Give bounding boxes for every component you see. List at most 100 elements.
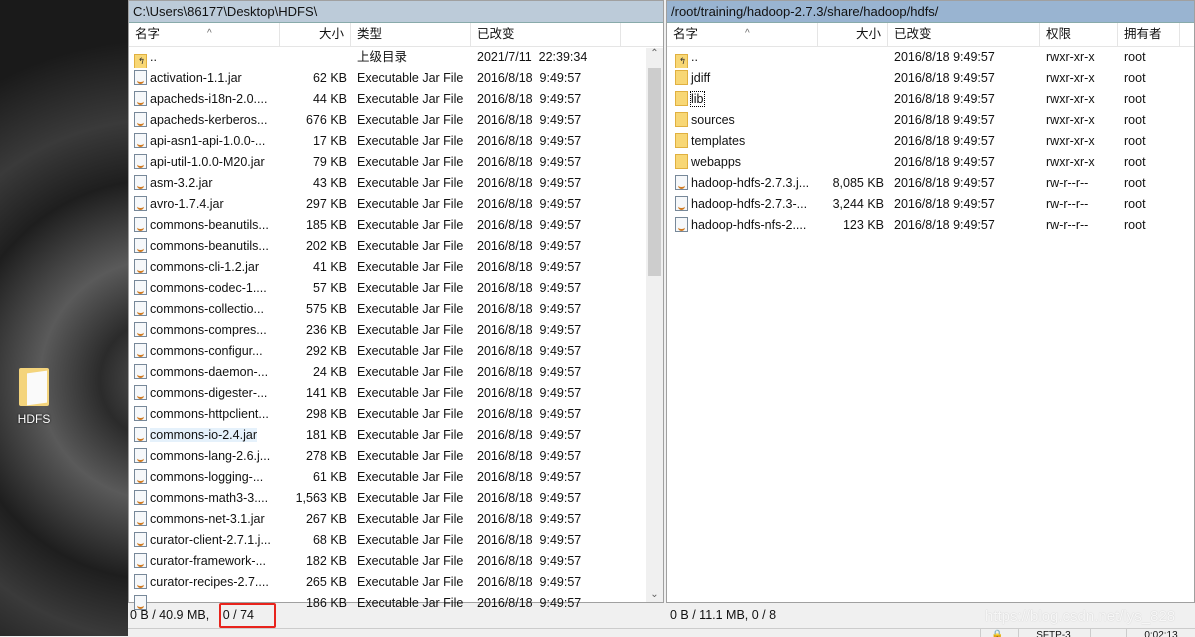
file-size: 676 KB [305,113,347,127]
file-row[interactable]: apacheds-kerberos... 676 KB Executable J… [129,110,663,131]
file-row[interactable]: commons-net-3.1.jar 267 KB Executable Ja… [129,509,663,530]
file-modified: 2016/8/18 9:49:57 [477,596,582,610]
jar-file-icon [134,532,147,547]
file-row[interactable]: commons-logging-... 61 KB Executable Jar… [129,467,663,488]
jar-file-icon [134,70,147,85]
file-row[interactable]: jdiff 2016/8/18 9:49:57 rwxr-xr-x root [667,68,1194,89]
scroll-up-icon[interactable]: ⌃ [646,48,663,59]
file-row[interactable]: commons-beanutils... 202 KB Executable J… [129,236,663,257]
file-name-cell: commons-logging-... [129,467,280,488]
file-row[interactable]: hadoop-hdfs-2.7.3.j... 8,085 KB 2016/8/1… [667,173,1194,194]
file-row[interactable]: commons-compres... 236 KB Executable Jar… [129,320,663,341]
remote-path-bar[interactable]: /root/training/hadoop-2.7.3/share/hadoop… [667,1,1194,23]
file-row[interactable]: avro-1.7.4.jar 297 KB Executable Jar Fil… [129,194,663,215]
file-modified: 2016/8/18 9:49:57 [477,407,582,421]
file-size: 185 KB [305,218,347,232]
file-name-cell: commons-collectio... [129,299,280,320]
scrollbar-thumb[interactable] [648,68,661,276]
jar-file-icon [134,511,147,526]
jar-file-icon [134,427,147,442]
file-row[interactable]: api-asn1-api-1.0.0-... 17 KB Executable … [129,131,663,152]
file-permissions: rwxr-xr-x [1046,134,1095,148]
jar-file-icon [134,133,147,148]
file-row[interactable]: ↰.. 上级目录 2021/7/11 22:39:34 [129,47,663,68]
file-row[interactable]: commons-httpclient... 298 KB Executable … [129,404,663,425]
jar-file-icon [134,175,147,190]
file-permissions: rwxr-xr-x [1046,71,1095,85]
file-row[interactable]: curator-recipes-2.7.... 265 KB Executabl… [129,572,663,593]
file-row[interactable]: commons-math3-3.... 1,563 KB Executable … [129,488,663,509]
file-owner: root [1124,155,1146,169]
file-row[interactable]: commons-daemon-... 24 KB Executable Jar … [129,362,663,383]
file-owner: root [1124,92,1146,106]
file-owner: root [1124,71,1146,85]
file-name: sources [691,113,735,127]
file-name-cell: webapps [667,152,818,173]
file-row[interactable]: commons-codec-1.... 57 KB Executable Jar… [129,278,663,299]
file-name: commons-lang-2.6.j... [150,449,271,463]
file-modified: 2016/8/18 9:49:57 [477,428,582,442]
file-row[interactable]: commons-collectio... 575 KB Executable J… [129,299,663,320]
file-row[interactable]: commons-cli-1.2.jar 41 KB Executable Jar… [129,257,663,278]
file-size [818,68,888,89]
file-name: commons-collectio... [150,302,264,316]
file-modified: 2016/8/18 9:49:57 [477,533,582,547]
file-type: Executable Jar File [357,302,464,316]
file-row[interactable]: commons-lang-2.6.j... 278 KB Executable … [129,446,663,467]
file-name-cell: sources [667,110,818,131]
file-row[interactable]: commons-beanutils... 185 KB Executable J… [129,215,663,236]
column-owner[interactable]: 拥有者 [1118,23,1180,47]
column-size[interactable]: 大小 [280,23,351,47]
file-type: Executable Jar File [357,260,464,274]
file-permissions: rw-r--r-- [1046,218,1089,232]
file-row[interactable]: templates 2016/8/18 9:49:57 rwxr-xr-x ro… [667,131,1194,152]
file-row[interactable]: asm-3.2.jar 43 KB Executable Jar File 20… [129,173,663,194]
file-row[interactable]: ↰.. 2016/8/18 9:49:57 rwxr-xr-x root [667,47,1194,68]
file-name-cell: jdiff [667,68,818,89]
local-size-summary: 0 B / 40.9 MB, [130,608,210,622]
file-size [818,89,888,110]
file-permissions: rw-r--r-- [1046,176,1089,190]
file-modified: 2016/8/18 9:49:57 [894,176,995,190]
file-row[interactable]: apacheds-i18n-2.0.... 44 KB Executable J… [129,89,663,110]
column-size[interactable]: 大小 [818,23,888,47]
file-row[interactable]: hadoop-hdfs-nfs-2.... 123 KB 2016/8/18 9… [667,215,1194,236]
file-row[interactable]: sources 2016/8/18 9:49:57 rwxr-xr-x root [667,110,1194,131]
file-size: 182 KB [305,554,347,568]
desktop-folder-hdfs[interactable]: HDFS [12,368,56,426]
file-modified: 2016/8/18 9:49:57 [894,71,995,85]
file-name-cell: ↰.. [129,47,280,68]
jar-file-icon [134,91,147,106]
file-row[interactable]: curator-framework-... 182 KB Executable … [129,551,663,572]
local-vertical-scrollbar[interactable]: ⌃ ⌄ [646,48,663,602]
local-path-bar[interactable]: C:\Users\86177\Desktop\HDFS\ [129,1,663,23]
column-modified[interactable]: 已改变 [471,23,621,47]
file-name-cell: commons-codec-1.... [129,278,280,299]
file-name-cell: apacheds-i18n-2.0.... [129,89,280,110]
file-name-cell: commons-httpclient... [129,404,280,425]
file-name: hadoop-hdfs-2.7.3-... [691,197,808,211]
file-type: Executable Jar File [357,323,464,337]
file-size: 186 KB [305,596,347,610]
file-row[interactable]: commons-configur... 292 KB Executable Ja… [129,341,663,362]
file-name-cell: asm-3.2.jar [129,173,280,194]
file-row[interactable]: lib 2016/8/18 9:49:57 rwxr-xr-x root [667,89,1194,110]
file-name-cell: commons-lang-2.6.j... [129,446,280,467]
file-modified: 2016/8/18 9:49:57 [477,386,582,400]
column-permissions[interactable]: 权限 [1040,23,1118,47]
column-type[interactable]: 类型 [351,23,471,47]
file-name: curator-client-2.7.1.j... [150,533,271,547]
file-row[interactable]: webapps 2016/8/18 9:49:57 rwxr-xr-x root [667,152,1194,173]
file-row[interactable]: commons-io-2.4.jar 181 KB Executable Jar… [129,425,663,446]
file-row[interactable]: commons-digester-... 141 KB Executable J… [129,383,663,404]
column-modified[interactable]: 已改变 [888,23,1040,47]
file-row[interactable]: activation-1.1.jar 62 KB Executable Jar … [129,68,663,89]
file-modified: 2016/8/18 9:49:57 [477,239,582,253]
file-row[interactable]: api-util-1.0.0-M20.jar 79 KB Executable … [129,152,663,173]
file-row[interactable]: hadoop-hdfs-2.7.3-... 3,244 KB 2016/8/18… [667,194,1194,215]
file-size: 267 KB [305,512,347,526]
file-name: commons-beanutils... [150,239,269,253]
scroll-down-icon[interactable]: ⌄ [646,589,663,600]
file-row[interactable]: curator-client-2.7.1.j... 68 KB Executab… [129,530,663,551]
file-size: 41 KB [312,260,347,274]
